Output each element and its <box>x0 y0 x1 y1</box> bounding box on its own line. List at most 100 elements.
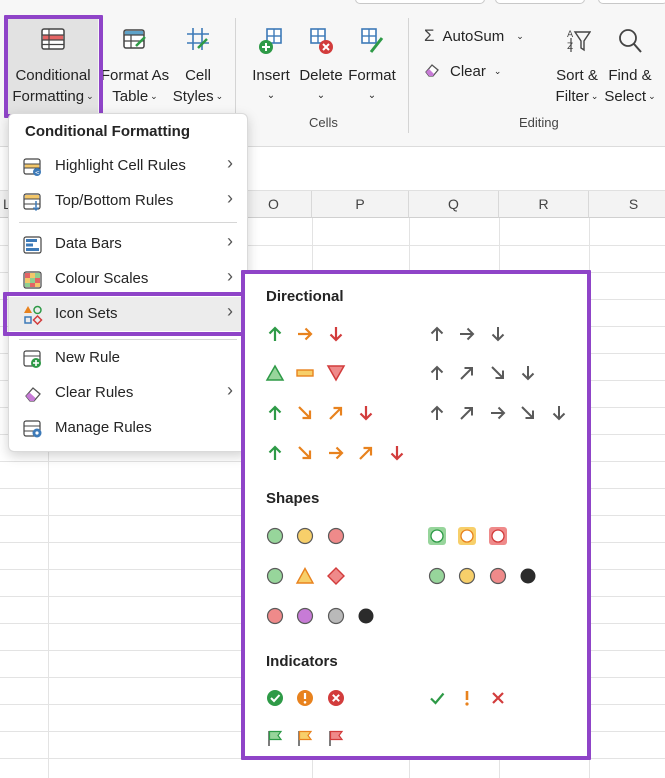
rimmed-circle-yellow-icon <box>458 527 477 545</box>
menu-item-label: Data Bars <box>55 235 122 252</box>
menu-item-icon-sets[interactable]: Icon Sets › <box>9 297 247 331</box>
circle-yellow-icon <box>459 567 476 585</box>
arrow-down-right-gray-icon <box>521 406 535 419</box>
menu-separator <box>19 339 237 340</box>
circle-red-icon <box>266 607 284 625</box>
find-select-button[interactable]: Find & Select ⌄ <box>602 26 658 107</box>
chevron-right-icon: › <box>227 380 233 400</box>
sort-filter-label-2: Filter ⌄ <box>555 88 599 105</box>
menu-item-colour-scales[interactable]: Colour Scales › <box>9 262 247 296</box>
icon-set-3-traffic-lights[interactable] <box>265 526 352 552</box>
cells-group-label: Cells <box>309 115 338 130</box>
colour-scales-icon <box>23 271 42 289</box>
find-select-label-2: Select ⌄ <box>604 88 656 105</box>
menu-item-label: Colour Scales <box>55 270 149 287</box>
diamond-red-icon <box>326 567 345 585</box>
chevron-down-icon: ⌄ <box>516 31 524 41</box>
menu-item-new-rule[interactable]: New Rule <box>9 341 247 375</box>
icon-set-red-to-black[interactable] <box>265 606 382 632</box>
arrow-up-green-icon <box>268 445 282 460</box>
ribbon-top-control <box>355 0 485 4</box>
circle-purple-icon <box>297 607 314 625</box>
circle-gray-icon <box>327 607 345 625</box>
icon-set-5-arrows-gray[interactable] <box>427 403 575 429</box>
icon-set-3-signs[interactable] <box>265 566 352 592</box>
icon-set-3-traffic-lights-rimmed[interactable] <box>427 526 514 552</box>
icon-set-3-symbols[interactable] <box>427 688 514 714</box>
section-title-indicators: Indicators <box>266 653 338 670</box>
icon-set-3-triangles[interactable] <box>265 363 352 389</box>
highlight-cell-rules-icon: < <box>23 158 41 177</box>
clear-label: Clear <box>450 63 486 80</box>
sort-filter-button[interactable]: A Z Sort & Filter ⌄ <box>552 26 602 107</box>
manage-rules-icon <box>23 420 42 438</box>
rimmed-circle-red-icon <box>488 527 507 545</box>
data-bars-icon <box>23 236 42 254</box>
arrow-right-orange-icon <box>298 327 314 341</box>
format-cells-icon <box>361 28 384 53</box>
format-as-table-button[interactable]: Format As Table ⌄ <box>100 26 170 107</box>
chevron-right-icon: › <box>227 301 233 321</box>
chevron-down-icon: ⌄ <box>266 90 276 101</box>
conditional-formatting-menu: Conditional Formatting < Highlight Cell … <box>8 113 248 452</box>
triangle-yellow-icon <box>296 567 315 584</box>
column-header-p[interactable]: P <box>312 191 409 218</box>
menu-item-manage-rules[interactable]: Manage Rules <box>9 411 247 445</box>
svg-text:Z: Z <box>567 42 573 52</box>
arrow-down-red-icon <box>360 406 373 421</box>
cell-styles-button[interactable]: Cell Styles ⌄ <box>168 26 228 107</box>
rimmed-circle-green-icon <box>428 527 446 545</box>
autosum-label: AutoSum <box>442 28 505 45</box>
icon-sets-submenu: Directional Shapes Indicators <box>244 273 588 759</box>
check-green-icon <box>430 692 445 705</box>
column-header-q[interactable]: Q <box>409 191 499 218</box>
icon-set-3-arrows-gray[interactable] <box>427 324 514 350</box>
circle-green-icon <box>428 567 446 585</box>
icon-set-4-arrows-gray[interactable] <box>427 363 544 389</box>
chevron-down-icon: ⌄ <box>590 91 599 101</box>
icon-set-3-symbols-circled[interactable] <box>265 688 352 714</box>
insert-cells-icon <box>259 28 282 54</box>
menu-item-data-bars[interactable]: Data Bars › <box>9 227 247 261</box>
chevron-down-icon: ⌄ <box>493 66 502 76</box>
circle-red-icon <box>327 527 345 545</box>
exclamation-circle-orange-icon <box>297 690 314 706</box>
conditional-formatting-button[interactable]: Conditional Formatting ⌄ <box>8 26 98 107</box>
icon-set-4-traffic-lights[interactable] <box>427 566 544 592</box>
arrow-up-gray-icon <box>430 405 444 420</box>
autosum-button[interactable]: Σ AutoSum ⌄ <box>424 26 539 47</box>
triangle-up-green-icon <box>265 364 285 381</box>
format-as-table-icon <box>123 29 146 49</box>
chevron-down-icon: ⌄ <box>648 91 656 101</box>
arrow-up-gray-icon <box>430 365 444 380</box>
icon-set-3-arrows-colored[interactable] <box>265 324 352 350</box>
chevron-down-icon: ⌄ <box>86 91 94 101</box>
format-label: Format <box>348 67 396 84</box>
insert-button[interactable]: Insert ⌄ <box>248 26 294 106</box>
format-button[interactable]: Format ⌄ <box>346 26 398 106</box>
conditional-formatting-icon <box>41 28 65 50</box>
editing-group-label: Editing <box>519 115 559 130</box>
delete-cells-icon <box>310 28 333 54</box>
gridline <box>589 218 590 778</box>
icon-set-3-flags[interactable] <box>265 728 352 754</box>
menu-item-clear-rules[interactable]: Clear Rules › <box>9 376 247 410</box>
menu-title: Conditional Formatting <box>25 123 190 140</box>
arrow-down-gray-icon <box>522 366 535 381</box>
circle-green-icon <box>266 567 284 585</box>
arrow-right-gray-icon <box>460 327 475 341</box>
sort-filter-icon: A Z <box>567 30 591 52</box>
icon-set-4-arrows-colored[interactable] <box>265 403 382 429</box>
cell-styles-label-1: Cell <box>185 67 211 84</box>
column-header-s[interactable]: S <box>589 191 665 218</box>
menu-item-top-bottom-rules[interactable]: Top/Bottom Rules › <box>9 184 247 218</box>
column-header-r[interactable]: R <box>499 191 589 218</box>
cell-styles-icon <box>187 28 209 50</box>
arrow-down-right-orange-icon <box>298 446 312 460</box>
icon-set-5-arrows-colored[interactable] <box>265 443 413 469</box>
delete-button[interactable]: Delete ⌄ <box>297 26 345 106</box>
circle-black-icon <box>520 568 536 584</box>
menu-item-label: Clear Rules <box>55 384 134 401</box>
menu-item-highlight-cell-rules[interactable]: < Highlight Cell Rules › <box>9 149 247 183</box>
clear-button[interactable]: Clear ⌄ <box>424 61 524 82</box>
